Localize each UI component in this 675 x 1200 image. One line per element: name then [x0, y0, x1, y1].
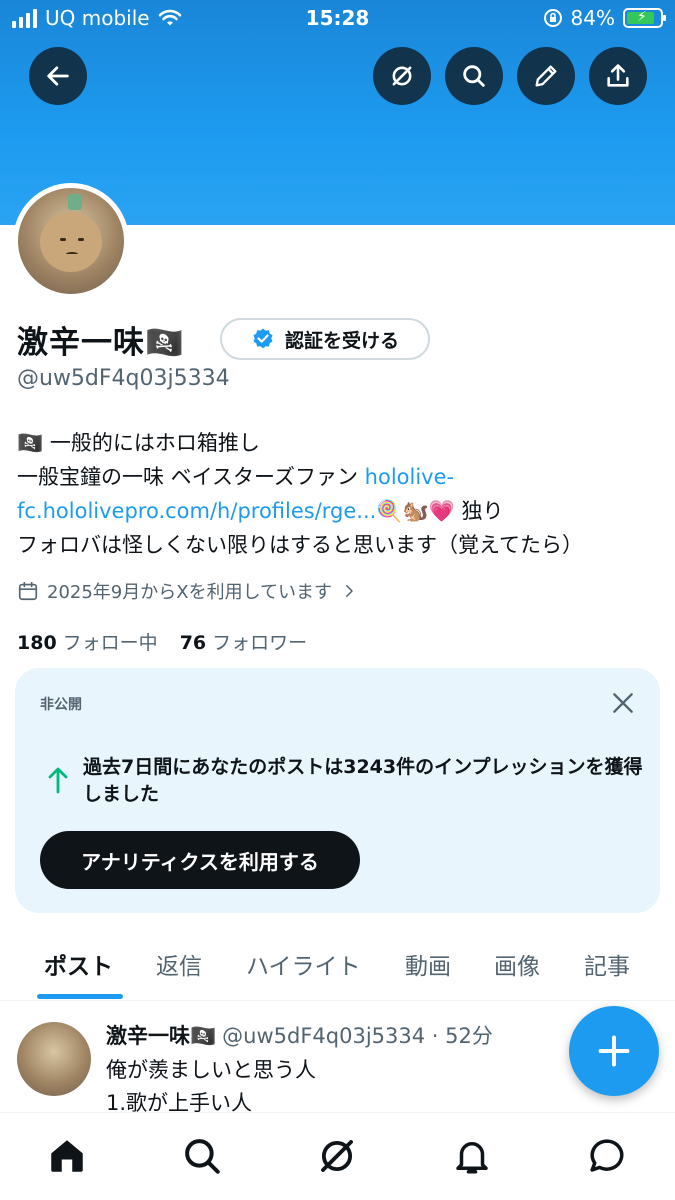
followers-label: フォロワー: [212, 632, 308, 654]
back-arrow-icon: [47, 66, 69, 86]
impressions-message: 過去7日間にあなたのポストは3243件のインプレッションを獲得しました: [83, 756, 643, 805]
profile-name: 激辛一味🏴‍☠️: [17, 325, 185, 361]
bottom-navigation: [0, 1112, 675, 1200]
followers-count: 76: [179, 632, 207, 654]
bio-line: fc.hololivepro.com/h/profiles/rge...🍭🐿️💗…: [17, 494, 662, 528]
tab-articles[interactable]: 記事: [584, 947, 630, 981]
tab-videos[interactable]: 動画: [405, 947, 451, 981]
post-text-line: 1.歌が上手い人: [106, 1091, 253, 1112]
post-author-name: 激辛一味🏴‍☠️: [106, 1024, 217, 1048]
following-link[interactable]: 180 フォロー中: [17, 628, 158, 655]
orientation-lock-icon: [543, 9, 562, 27]
analytics-card: 非公開 過去7日間にあなたのポストは3243件のインプレッションを獲得しました …: [15, 668, 660, 913]
arrow-up-icon: [48, 767, 68, 794]
following-label: フォロー中: [62, 632, 158, 654]
battery-icon: ⚡: [623, 8, 666, 28]
share-icon: [607, 64, 629, 87]
messages-icon[interactable]: [586, 1135, 628, 1177]
bio-line: 🏴‍☠️ 一般的にはホロ箱推し: [17, 431, 260, 455]
grok-icon: [392, 66, 412, 86]
notifications-icon[interactable]: [451, 1135, 493, 1177]
grok-button[interactable]: [373, 47, 431, 105]
profile-bio: 🏴‍☠️ 一般的にはホロ箱推し 一般宝鐘の一味 ベイスターズファン hololi…: [17, 426, 662, 562]
profile-avatar[interactable]: [13, 183, 129, 299]
bio-line: 一般宝鐘の一味 ベイスターズファン hololive-: [17, 460, 662, 494]
post-text-line: 俺が羨ましいと思う人: [106, 1058, 316, 1082]
search-icon[interactable]: [181, 1135, 223, 1177]
battery-percent: 84%: [570, 6, 615, 30]
get-verified-label: 認証を受ける: [284, 329, 399, 352]
bio-link-continued[interactable]: fc.hololivepro.com/h/profiles/rge...: [17, 499, 376, 523]
following-count: 180: [17, 632, 57, 654]
tab-replies[interactable]: 返信: [156, 947, 202, 981]
compose-post-button[interactable]: [569, 1006, 659, 1096]
get-verified-button[interactable]: 認証を受ける: [220, 318, 430, 360]
joined-date: 2025年9月からXを利用しています: [47, 582, 333, 603]
search-button[interactable]: [445, 47, 503, 105]
back-button[interactable]: [29, 47, 87, 105]
use-analytics-button[interactable]: アナリティクスを利用する: [40, 831, 360, 889]
close-icon[interactable]: [610, 690, 636, 716]
status-bar: UQ mobile 15:28 84% ⚡: [0, 0, 675, 40]
calendar-icon: [18, 581, 38, 601]
tab-highlights[interactable]: ハイライト: [246, 947, 361, 981]
joined-date-row[interactable]: 2025年9月からXを利用しています: [17, 578, 358, 604]
tab-images[interactable]: 画像: [494, 947, 540, 981]
bio-text: 🍭🐿️💗 独り: [376, 499, 504, 523]
edit-profile-button[interactable]: [517, 47, 575, 105]
bio-line: フォロバは怪しくない限りはすると思います（覚えてたら）: [17, 533, 583, 557]
tab-posts[interactable]: ポスト: [44, 947, 113, 981]
post-meta: @uw5dF4q03j5334 · 52分: [222, 1024, 493, 1048]
verified-badge-icon: [253, 328, 273, 349]
edit-pencil-icon: [535, 65, 557, 87]
post-avatar[interactable]: [17, 1022, 91, 1096]
bio-link[interactable]: hololive-: [365, 465, 454, 489]
follow-stats: 180 フォロー中 76 フォロワー: [17, 628, 307, 655]
profile-tabs: ポスト 返信 ハイライト 動画 画像 記事: [0, 935, 675, 1001]
profile-handle: @uw5dF4q03j5334: [17, 366, 230, 391]
home-icon[interactable]: [46, 1135, 88, 1177]
bio-text: 一般宝鐘の一味 ベイスターズファン: [17, 465, 365, 489]
post-header: 激辛一味🏴‍☠️ @uw5dF4q03j5334 · 52分: [106, 1020, 493, 1050]
followers-link[interactable]: 76 フォロワー: [180, 628, 307, 655]
plus-icon: [598, 1035, 630, 1067]
grok-icon[interactable]: [316, 1135, 358, 1177]
share-button[interactable]: [589, 47, 647, 105]
private-label: 非公開: [40, 697, 82, 713]
search-icon: [463, 65, 485, 87]
active-tab-indicator: [37, 994, 123, 999]
chevron-right-icon: [346, 585, 353, 597]
